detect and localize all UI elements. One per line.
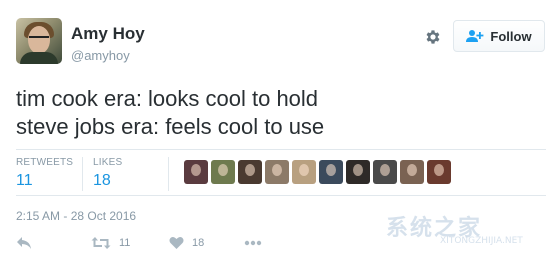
liker-avatar[interactable] <box>184 160 208 184</box>
liker-avatar[interactable] <box>238 160 262 184</box>
tweet-timestamp[interactable]: 2:15 AM - 28 Oct 2016 <box>16 209 136 223</box>
user-fullname[interactable]: Amy Hoy <box>71 24 145 44</box>
stat-divider <box>82 157 83 191</box>
divider-top <box>16 149 546 150</box>
liker-avatar[interactable] <box>319 160 343 184</box>
liker-avatar[interactable] <box>346 160 370 184</box>
retweets-stat[interactable]: RETWEETS 11 <box>16 157 73 190</box>
tweet-actions: 11 18 <box>16 236 274 250</box>
liker-avatar[interactable] <box>292 160 316 184</box>
follow-label: Follow <box>490 28 532 44</box>
liker-avatar[interactable] <box>427 160 451 184</box>
liker-avatars <box>184 160 451 184</box>
like-button[interactable]: 18 <box>169 236 244 250</box>
stat-divider <box>168 157 169 191</box>
likes-stat[interactable]: LIKES 18 <box>93 157 122 190</box>
divider-bottom <box>16 195 546 196</box>
add-user-icon <box>466 29 484 43</box>
user-screenname[interactable]: @amyhoy <box>71 48 130 63</box>
retweet-icon <box>91 236 111 250</box>
avatar-glasses <box>29 36 49 41</box>
liker-avatar[interactable] <box>400 160 424 184</box>
reply-icon <box>16 236 32 250</box>
liker-avatar[interactable] <box>211 160 235 184</box>
gear-icon[interactable] <box>424 28 442 46</box>
more-dots-icon <box>244 240 262 246</box>
like-count: 18 <box>192 237 205 249</box>
retweets-label: RETWEETS <box>16 157 74 168</box>
avatar-body <box>20 52 58 64</box>
retweet-count: 11 <box>119 237 131 249</box>
watermark-url: XITONGZHIJIA.NET <box>440 236 523 246</box>
retweets-value: 11 <box>16 172 33 189</box>
likes-label: LIKES <box>93 157 123 168</box>
tweet-card: Amy Hoy @amyhoy Follow tim cook era: loo… <box>0 0 550 257</box>
reply-button[interactable] <box>16 236 91 250</box>
follow-button[interactable]: Follow <box>453 20 545 52</box>
tweet-line-1: tim cook era: looks cool to hold <box>16 86 319 111</box>
heart-icon <box>169 236 184 250</box>
liker-avatar[interactable] <box>265 160 289 184</box>
user-avatar[interactable] <box>16 18 62 64</box>
liker-avatar[interactable] <box>373 160 397 184</box>
tweet-line-2: steve jobs era: feels cool to use <box>16 114 325 139</box>
likes-value: 18 <box>93 172 111 189</box>
more-button[interactable] <box>244 240 274 246</box>
tweet-text: tim cook era: looks cool to hold steve j… <box>16 85 324 141</box>
retweet-button[interactable]: 11 <box>91 236 169 250</box>
